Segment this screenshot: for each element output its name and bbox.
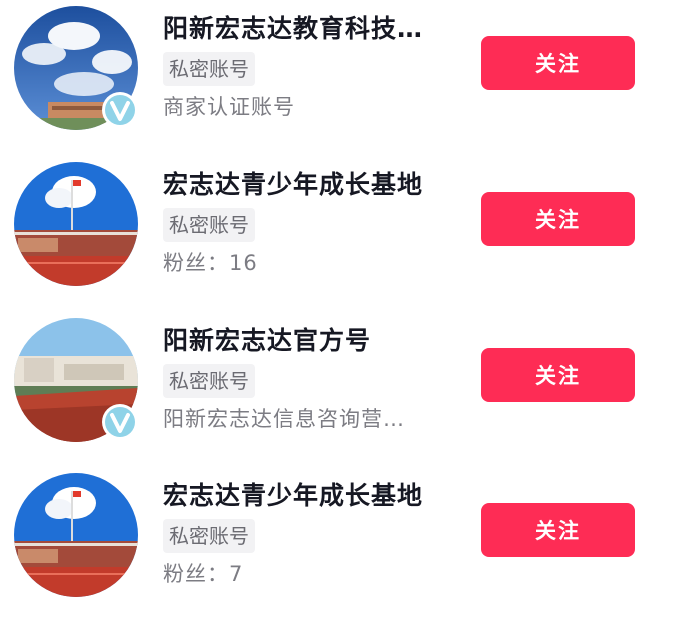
account-list: 阳新宏志达教育科技… 私密账号 商家认证账号 关注 宏志达青少年成长基地 私密账…: [0, 0, 678, 605]
school-flag-avatar-image: [14, 473, 138, 597]
account-name[interactable]: 宏志达青少年成长基地: [163, 479, 463, 513]
verified-badge-icon: [100, 402, 140, 442]
account-row[interactable]: 宏志达青少年成长基地 私密账号 粉丝：7 关注: [0, 467, 678, 617]
private-account-tag: 私密账号: [163, 208, 255, 242]
account-row[interactable]: 宏志达青少年成长基地 私密账号 粉丝：16 关注: [0, 156, 678, 306]
follower-count: 粉丝：7: [163, 562, 244, 586]
account-subtitle: 阳新宏志达信息咨询营…: [163, 407, 405, 431]
verified-badge-icon: [100, 90, 140, 130]
follow-button[interactable]: 关注: [481, 503, 635, 557]
avatar[interactable]: [14, 473, 138, 597]
follow-button[interactable]: 关注: [481, 36, 635, 90]
private-account-tag: 私密账号: [163, 52, 255, 86]
private-account-tag: 私密账号: [163, 519, 255, 553]
private-account-tag: 私密账号: [163, 364, 255, 398]
account-name[interactable]: 阳新宏志达官方号: [163, 324, 463, 358]
account-name[interactable]: 阳新宏志达教育科技…: [163, 12, 463, 46]
account-subtitle: 商家认证账号: [163, 95, 295, 119]
account-row[interactable]: 阳新宏志达官方号 私密账号 阳新宏志达信息咨询营… 关注: [0, 312, 678, 462]
avatar[interactable]: [14, 162, 138, 286]
follower-count: 粉丝：16: [163, 251, 258, 275]
follow-button[interactable]: 关注: [481, 348, 635, 402]
follow-button[interactable]: 关注: [481, 192, 635, 246]
account-name[interactable]: 宏志达青少年成长基地: [163, 168, 463, 202]
account-row[interactable]: 阳新宏志达教育科技… 私密账号 商家认证账号 关注: [0, 0, 678, 150]
school-flag-avatar-image: [14, 162, 138, 286]
